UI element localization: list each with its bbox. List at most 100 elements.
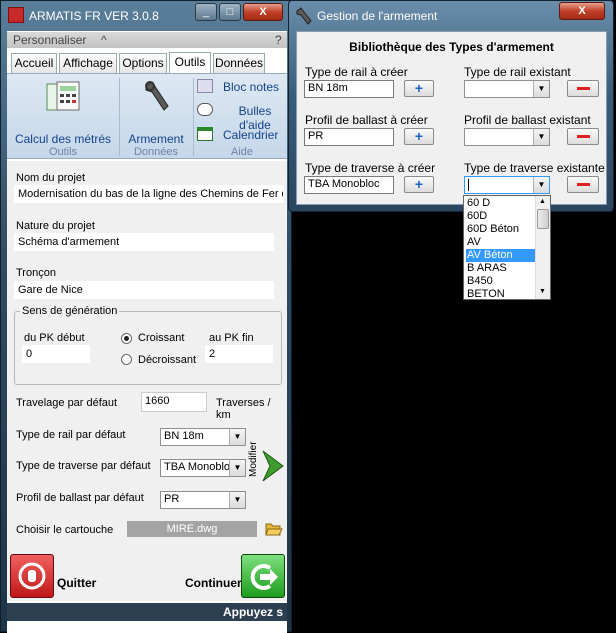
- tab-accueil[interactable]: Accueil: [11, 53, 57, 73]
- traverse-existing-select[interactable]: ▼: [464, 176, 550, 194]
- continuer-button[interactable]: [241, 554, 285, 598]
- calendar-icon: [197, 127, 213, 141]
- traverse-defaut-select[interactable]: TBA Monoblo ▼: [160, 459, 246, 477]
- scroll-down-icon[interactable]: ▼: [539, 288, 546, 295]
- chevron-down-icon: ▼: [229, 460, 245, 476]
- decroissant-label: Décroissant: [138, 354, 197, 366]
- tab-options[interactable]: Options: [119, 53, 167, 73]
- calc-metres-label: Calcul des métrés: [14, 132, 112, 146]
- rail-defaut-select[interactable]: BN 18m ▼: [160, 428, 246, 446]
- dropdown-item[interactable]: AV: [466, 236, 536, 249]
- troncon-label: Tronçon: [16, 267, 56, 279]
- group-outils-label: Outils: [48, 146, 78, 158]
- wrench-icon: [296, 7, 312, 25]
- dropdown-scrollbar[interactable]: ▲ ▼: [535, 196, 550, 299]
- dropdown-item[interactable]: 60D Béton: [466, 223, 536, 236]
- modifier-label: Modifier: [248, 441, 259, 477]
- dialog-title-bar[interactable]: Gestion de l'armement X: [289, 1, 613, 29]
- armement-label: Armement: [128, 132, 184, 146]
- delete-rail-button[interactable]: [567, 80, 599, 97]
- ribbon-separator: [193, 78, 194, 156]
- group-aide-label: Aide: [230, 146, 254, 158]
- travelage-unit: Traverses / km: [216, 397, 271, 421]
- add-ballast-button[interactable]: +: [404, 128, 434, 145]
- maximize-button[interactable]: □: [219, 3, 241, 21]
- text-cursor: [468, 179, 469, 191]
- rail-existing-label: Type de rail existant: [464, 65, 571, 79]
- decroissant-radio[interactable]: [121, 354, 132, 365]
- scroll-up-icon[interactable]: ▲: [539, 198, 546, 205]
- rail-defaut-label: Type de rail par défaut: [16, 429, 126, 441]
- tab-donnees[interactable]: Données: [213, 53, 265, 73]
- pk-debut-label: du PK début: [24, 332, 85, 344]
- pk-fin-label: au PK fin: [209, 332, 254, 344]
- dropdown-item[interactable]: BETON: [466, 288, 536, 299]
- croissant-radio[interactable]: [121, 333, 132, 344]
- nom-projet-field[interactable]: Modernisation du bas de la ligne des Che…: [14, 185, 284, 203]
- croissant-label: Croissant: [138, 332, 185, 344]
- sens-generation-title: Sens de génération: [20, 305, 120, 317]
- close-button[interactable]: X: [243, 3, 283, 21]
- ballast-create-label: Profil de ballast à créer: [305, 113, 428, 127]
- help-icon[interactable]: ?: [275, 33, 282, 47]
- cartouche-label: Choisir le cartouche: [16, 524, 114, 536]
- modifier-arrow-icon[interactable]: [261, 449, 285, 483]
- armement-button[interactable]: Armement: [120, 74, 192, 146]
- armement-dialog: Gestion de l'armement X Bibliothèque des…: [288, 0, 614, 212]
- open-folder-icon[interactable]: [265, 521, 283, 537]
- dialog-title: Gestion de l'armement: [317, 9, 438, 23]
- pk-fin-field[interactable]: 2: [205, 345, 273, 363]
- dropdown-item-selected[interactable]: AV Béton: [466, 249, 536, 262]
- delete-traverse-button[interactable]: [567, 176, 599, 193]
- wrench-icon: [145, 81, 169, 111]
- traverse-create-input[interactable]: TBA Monobloc: [304, 176, 394, 194]
- app-icon[interactable]: [8, 7, 24, 23]
- project-form: Nom du projet Modernisation du bas de la…: [7, 161, 287, 581]
- troncon-field[interactable]: Gare de Nice: [14, 281, 274, 299]
- travelage-field[interactable]: 1660: [141, 392, 207, 412]
- bulles-aide-button[interactable]: Bulles d'aide: [197, 102, 287, 132]
- chevron-down-icon: ▼: [533, 129, 549, 145]
- rail-defaut-value: BN 18m: [164, 430, 204, 442]
- tab-outils[interactable]: Outils: [169, 52, 211, 73]
- quitter-label: Quitter: [57, 576, 97, 590]
- minimize-button[interactable]: _: [195, 3, 217, 21]
- dialog-close-button[interactable]: X: [559, 2, 605, 20]
- nature-projet-field[interactable]: Schéma d'armement: [14, 233, 274, 251]
- chevron-down-icon: ▼: [229, 492, 245, 508]
- add-rail-button[interactable]: +: [404, 80, 434, 97]
- cartouche-field[interactable]: MIRE.dwg: [127, 521, 257, 537]
- dropdown-item[interactable]: B ARAS: [466, 262, 536, 275]
- power-icon: [18, 562, 46, 590]
- ballast-defaut-label: Profil de ballast par défaut: [16, 492, 144, 504]
- ballast-existing-select[interactable]: ▼: [464, 128, 550, 146]
- rail-create-input[interactable]: BN 18m: [304, 80, 394, 98]
- traverse-create-label: Type de traverse à créer: [305, 161, 436, 175]
- quitter-button[interactable]: [10, 554, 54, 598]
- dropdown-item[interactable]: 60 D: [466, 197, 536, 210]
- dialog-heading: Bibliothèque des Types d'armement: [349, 40, 554, 54]
- customize-label[interactable]: Personnaliser: [13, 33, 86, 47]
- ballast-create-input[interactable]: PR: [304, 128, 394, 146]
- calc-metres-button[interactable]: Calcul des métrés: [7, 74, 119, 146]
- ballast-defaut-select[interactable]: PR ▼: [160, 491, 246, 509]
- pk-debut-field[interactable]: 0: [22, 345, 90, 363]
- calendrier-label: Calendrier: [223, 128, 279, 142]
- tab-affichage[interactable]: Affichage: [59, 53, 117, 73]
- rail-existing-select[interactable]: ▼: [464, 80, 550, 98]
- dropdown-item[interactable]: B450: [466, 275, 536, 288]
- chevron-down-icon: ▼: [533, 81, 549, 97]
- chevron-down-icon: ▼: [533, 177, 549, 193]
- travelage-label: Travelage par défaut: [16, 397, 118, 409]
- calendrier-button[interactable]: Calendrier: [197, 126, 287, 144]
- customize-caret-icon[interactable]: ^: [101, 33, 107, 47]
- dialog-body: Bibliothèque des Types d'armement Type d…: [296, 31, 607, 205]
- main-title-bar[interactable]: ARMATIS FR VER 3.0.8 _ □ X: [1, 1, 291, 31]
- scroll-thumb[interactable]: [537, 209, 549, 229]
- dropdown-item[interactable]: 60D: [466, 210, 536, 223]
- delete-ballast-button[interactable]: [567, 128, 599, 145]
- customize-bar: Personnaliser ^ ?: [7, 32, 287, 48]
- add-traverse-button[interactable]: +: [404, 176, 434, 193]
- bloc-notes-button[interactable]: Bloc notes: [197, 78, 287, 96]
- chevron-down-icon: ▼: [229, 429, 245, 445]
